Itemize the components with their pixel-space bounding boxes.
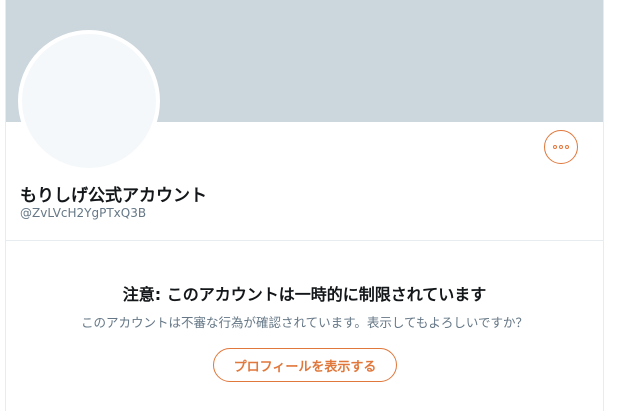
more-horizontal-icon xyxy=(553,145,557,149)
page: もりしげ公式アカウント @ZvLVcH2YgPTxQ3B 注意: このアカウント… xyxy=(0,0,622,411)
profile-display-name: もりしげ公式アカウント xyxy=(20,186,207,206)
profile-column: もりしげ公式アカウント @ZvLVcH2YgPTxQ3B 注意: このアカウント… xyxy=(5,0,604,411)
divider xyxy=(6,240,603,241)
more-horizontal-icon xyxy=(565,145,569,149)
profile-handle: @ZvLVcH2YgPTxQ3B xyxy=(20,206,147,220)
show-profile-button[interactable]: プロフィールを表示する xyxy=(213,348,397,382)
restriction-notice-body: このアカウントは不審な行為が確認されています。表示してもよろしいですか？ xyxy=(80,315,528,330)
more-horizontal-icon xyxy=(559,145,563,149)
restriction-notice-title: 注意: このアカウントは一時的に制限されています xyxy=(122,285,487,304)
more-options-button[interactable] xyxy=(544,130,578,164)
avatar[interactable] xyxy=(18,30,160,172)
